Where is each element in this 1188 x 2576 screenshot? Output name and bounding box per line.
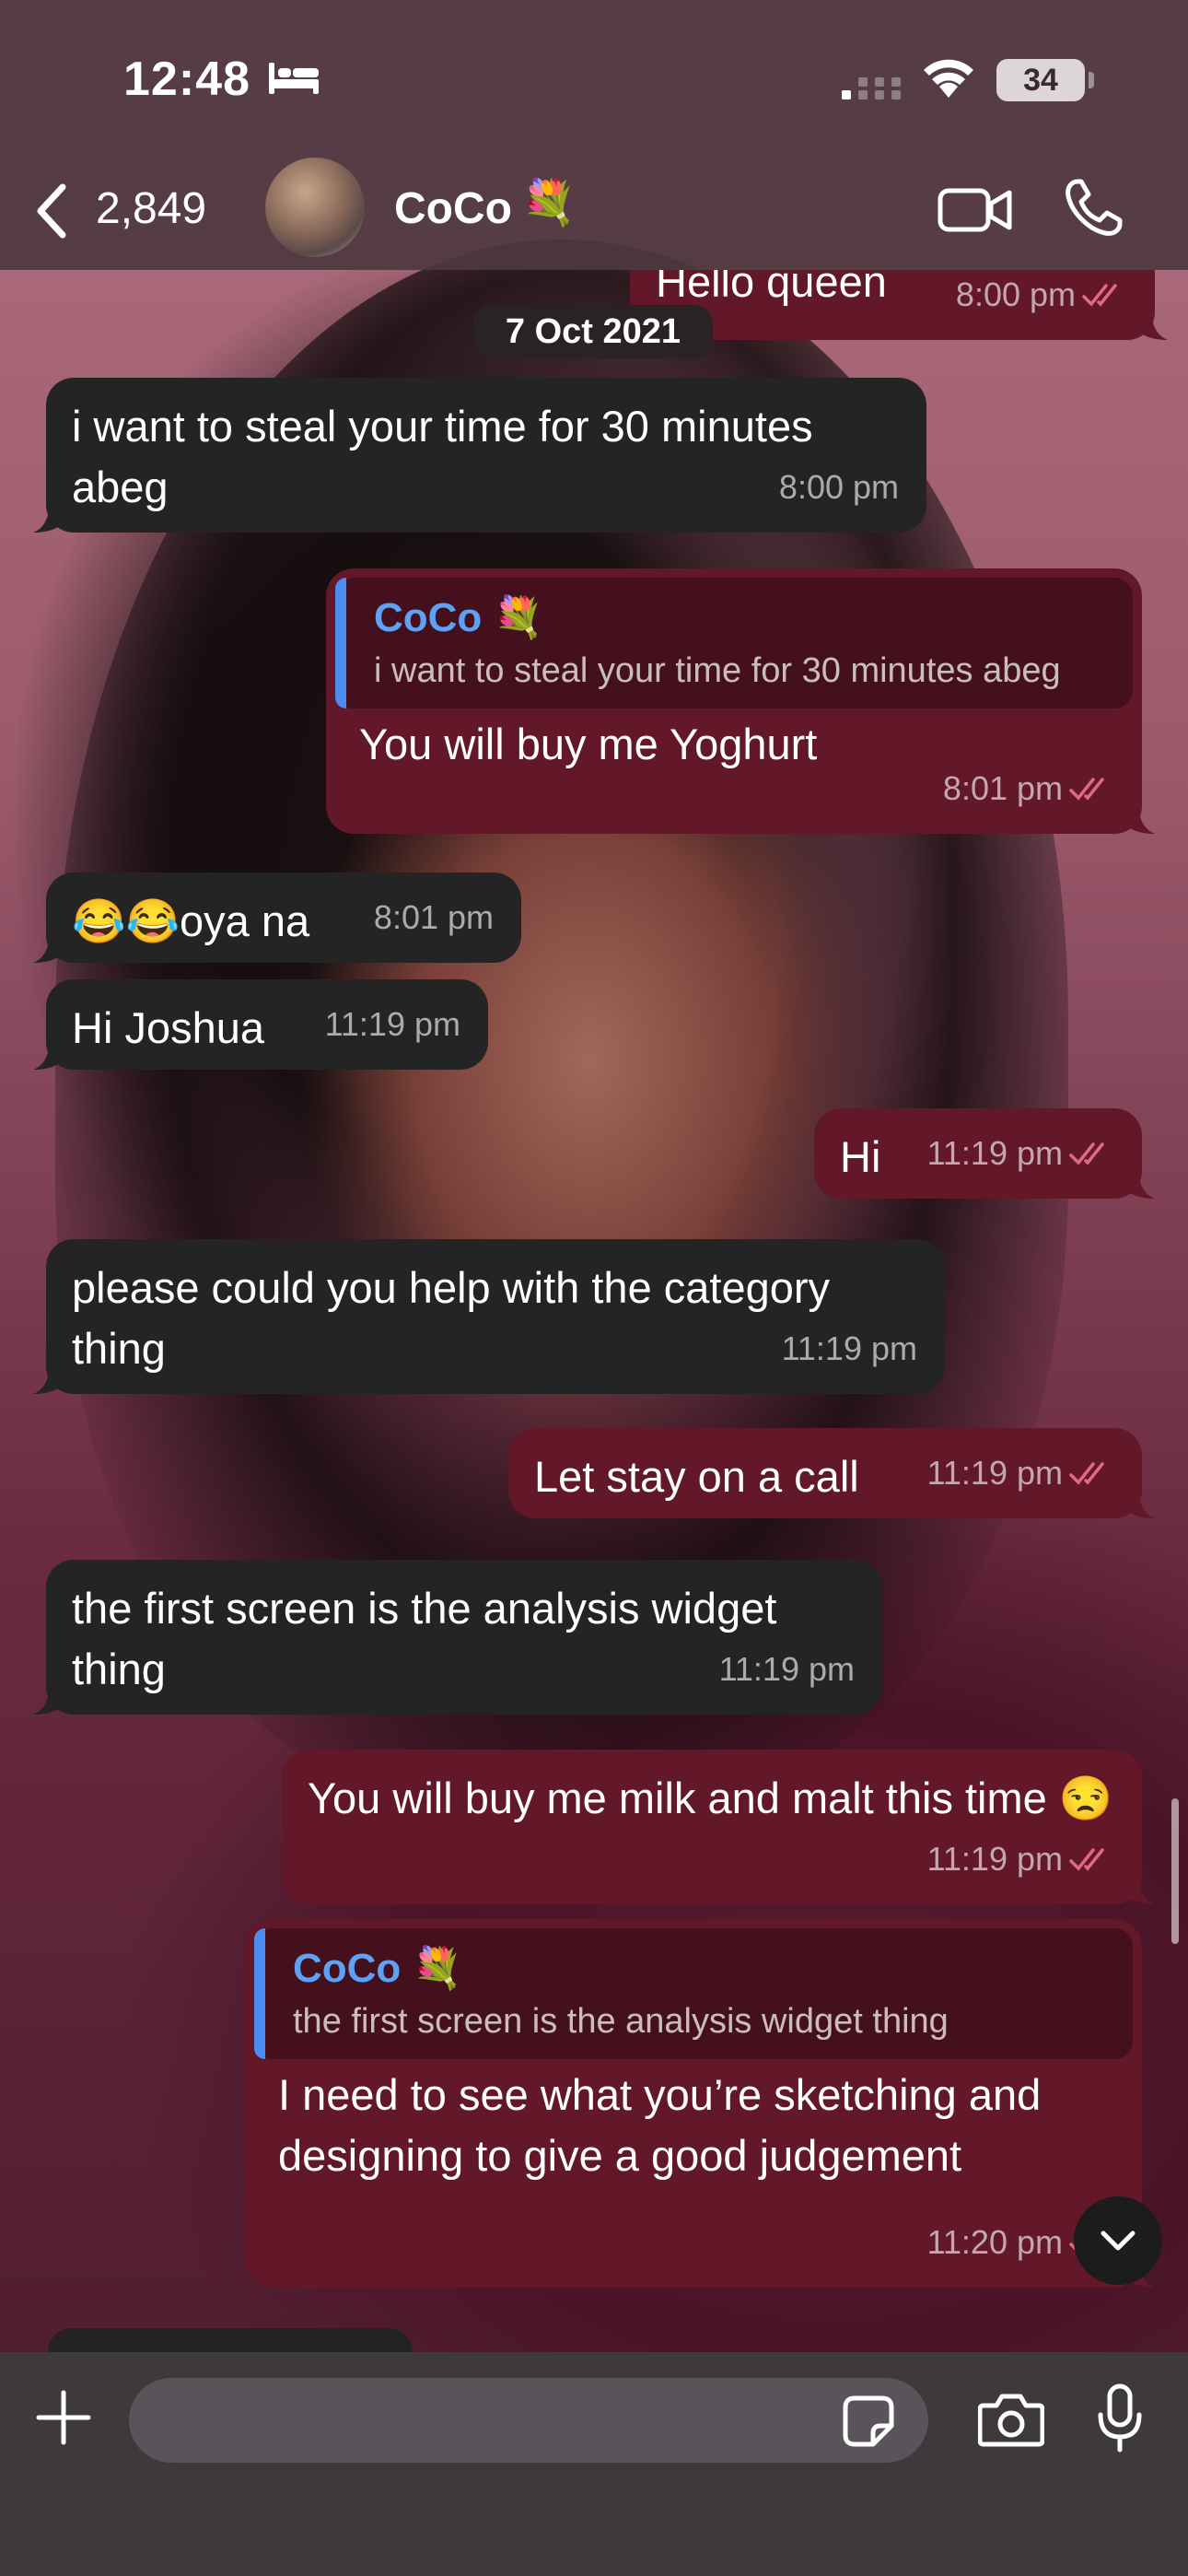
message-timestamp: 8:00 pm <box>955 275 1076 313</box>
contact-name[interactable]: CoCo <box>394 183 512 234</box>
voice-call-icon[interactable] <box>1063 178 1124 239</box>
read-receipt-icon <box>1069 778 1104 801</box>
message-time: 11:19 pm <box>927 1443 1114 1504</box>
read-receipt-icon <box>1069 1462 1104 1485</box>
composer-bar <box>0 2352 1188 2576</box>
bubble-tail <box>33 1366 64 1394</box>
message-incoming[interactable]: please could you help with the category … <box>33 1239 945 1394</box>
bouquet-emoji: 💐 <box>521 179 577 228</box>
message-outgoing[interactable]: You will buy me milk and malt this time … <box>282 1750 1155 1904</box>
bubble-tail <box>1124 1171 1155 1199</box>
plus-icon[interactable] <box>35 2389 92 2446</box>
message-time: 8:00 pm <box>779 457 899 518</box>
read-receipt-icon <box>1069 1848 1104 1871</box>
message-timestamp: 11:19 pm <box>926 1454 1063 1492</box>
message-outgoing-reply[interactable]: CoCo 💐 the first screen is the analysis … <box>245 1919 1155 2288</box>
bubble-tail <box>1124 1491 1155 1518</box>
wifi-icon <box>924 59 973 98</box>
message-time: 11:19 pm <box>927 1829 1114 1890</box>
quoted-author: CoCo 💐 <box>293 1946 463 1991</box>
message-outgoing-reply[interactable]: CoCo 💐 i want to steal your time for 30 … <box>326 568 1155 834</box>
message-time: 11:19 pm <box>719 1639 855 1700</box>
battery-indicator: 34 <box>996 59 1085 101</box>
sleep-focus-icon <box>269 63 319 94</box>
message-timestamp: 8:00 pm <box>778 468 899 506</box>
message-incoming[interactable]: i want to steal your time for 30 minutes… <box>33 378 926 533</box>
message-time: 11:19 pm <box>325 994 460 1055</box>
message-incoming[interactable]: 😂😂oya na 8:01 pm <box>33 872 521 963</box>
read-receipt-icon <box>1069 1142 1104 1165</box>
message-outgoing[interactable]: Let stay on a call 11:19 pm <box>508 1428 1155 1518</box>
message-time: 11:19 pm <box>782 1318 917 1379</box>
message-time: 8:01 pm <box>374 887 494 948</box>
scroll-to-bottom-button[interactable] <box>1074 2196 1162 2285</box>
chevron-down-icon <box>1101 2231 1136 2251</box>
message-timestamp: 11:19 pm <box>926 1840 1063 1878</box>
message-time: 11:19 pm <box>927 1123 1114 1184</box>
message-input[interactable] <box>129 2378 928 2463</box>
bubble-tail <box>1124 806 1155 834</box>
status-bar: 12:48 34 <box>0 0 1188 161</box>
cellular-signal-icon <box>842 77 901 100</box>
message-incoming[interactable]: Hi Joshua 11:19 pm <box>33 979 488 1070</box>
message-timestamp: 8:01 pm <box>373 898 494 936</box>
bubble-tail <box>33 1687 64 1715</box>
video-call-icon[interactable] <box>938 183 1013 237</box>
chat-header: 2,849 CoCo 💐 <box>0 158 1188 270</box>
message-text: You will buy me milk and malt this time … <box>308 1774 1113 1822</box>
bubble-tail <box>33 1042 64 1070</box>
message-time: 8:00 pm <box>956 270 1127 325</box>
message-text: i want to steal your time for 30 minutes… <box>72 402 813 511</box>
read-receipt-icon <box>1082 284 1117 307</box>
quoted-text: i want to steal your time for 30 minutes… <box>374 651 1061 690</box>
message-timestamp: 11:19 pm <box>926 1134 1063 1172</box>
bubble-tail <box>33 505 64 533</box>
message-timestamp: 11:19 pm <box>718 1650 855 1688</box>
back-chevron-icon[interactable] <box>33 181 70 240</box>
battery-nub <box>1089 72 1094 88</box>
date-separator: 7 Oct 2021 <box>473 305 713 358</box>
camera-icon[interactable] <box>978 2391 1044 2448</box>
bubble-tail <box>33 935 64 963</box>
bubble-tail <box>1136 312 1168 340</box>
message-list[interactable]: Hello queen 8:00 pm 7 Oct 2021 i want to… <box>0 270 1188 2352</box>
message-timestamp: 11:19 pm <box>324 1005 460 1043</box>
unread-count[interactable]: 2,849 <box>96 183 206 234</box>
bubble-tail <box>1124 1877 1155 1904</box>
message-outgoing[interactable]: Hi 11:19 pm <box>814 1108 1155 1199</box>
quoted-text: the first screen is the analysis widget … <box>293 2002 949 2041</box>
message-time: 8:01 pm <box>943 758 1114 819</box>
sticker-icon[interactable] <box>842 2395 895 2448</box>
message-timestamp: 11:20 pm <box>926 2223 1063 2261</box>
message-timestamp: 8:01 pm <box>942 769 1063 807</box>
microphone-icon[interactable] <box>1096 2383 1144 2453</box>
scrollbar[interactable] <box>1171 1798 1179 1944</box>
quoted-author: CoCo 💐 <box>374 595 544 640</box>
message-incoming[interactable]: the first screen is the analysis widget … <box>33 1560 882 1715</box>
message-text: I need to see what you’re sketching and … <box>278 2070 1042 2180</box>
message-timestamp: 11:19 pm <box>781 1329 917 1367</box>
contact-avatar[interactable] <box>265 158 365 257</box>
status-time: 12:48 <box>123 53 250 106</box>
quoted-message[interactable]: CoCo 💐 i want to steal your time for 30 … <box>335 578 1133 708</box>
quoted-message[interactable]: CoCo 💐 the first screen is the analysis … <box>254 1928 1133 2059</box>
